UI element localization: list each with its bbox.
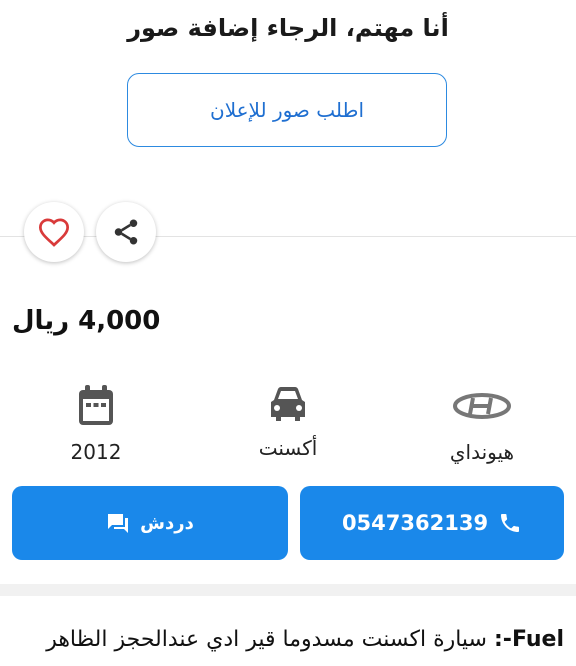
spec-model-label: أكسنت xyxy=(258,436,318,460)
calendar-icon xyxy=(79,385,113,425)
favorite-button[interactable] xyxy=(24,202,84,262)
spec-model: أكسنت xyxy=(208,384,368,460)
car-icon xyxy=(271,387,305,421)
request-photos-button[interactable]: اطلب صور للإعلان xyxy=(127,73,447,147)
share-button[interactable] xyxy=(96,202,156,262)
call-button[interactable]: 0547362139 xyxy=(300,486,564,560)
spec-brand-label: هيونداي xyxy=(449,440,515,464)
request-photos-title: أنا مهتم، الرجاء إضافة صور xyxy=(127,14,449,42)
chat-button[interactable]: دردش xyxy=(12,486,288,560)
heart-icon xyxy=(38,218,70,247)
phone-number: 0547362139 xyxy=(341,511,489,535)
hyundai-logo xyxy=(453,393,511,419)
phone-icon xyxy=(501,514,520,532)
description: Fuel-: سيارة اكسنت مسدوما قير ادي عندالح… xyxy=(12,620,564,660)
price: 4,000 ريال xyxy=(12,306,161,336)
spec-brand: هيونداي xyxy=(402,384,562,464)
divider xyxy=(0,236,576,237)
spec-year: 2012 xyxy=(16,384,176,464)
share-icon xyxy=(114,219,138,245)
section-separator xyxy=(0,584,576,596)
chat-icon xyxy=(108,514,129,533)
description-text: سيارة اكسنت مسدوما قير ادي عندالحجز الظا… xyxy=(46,627,494,652)
chat-button-label: دردش xyxy=(140,512,194,534)
description-key: Fuel-: xyxy=(494,627,564,652)
spec-year-label: 2012 xyxy=(70,440,122,464)
